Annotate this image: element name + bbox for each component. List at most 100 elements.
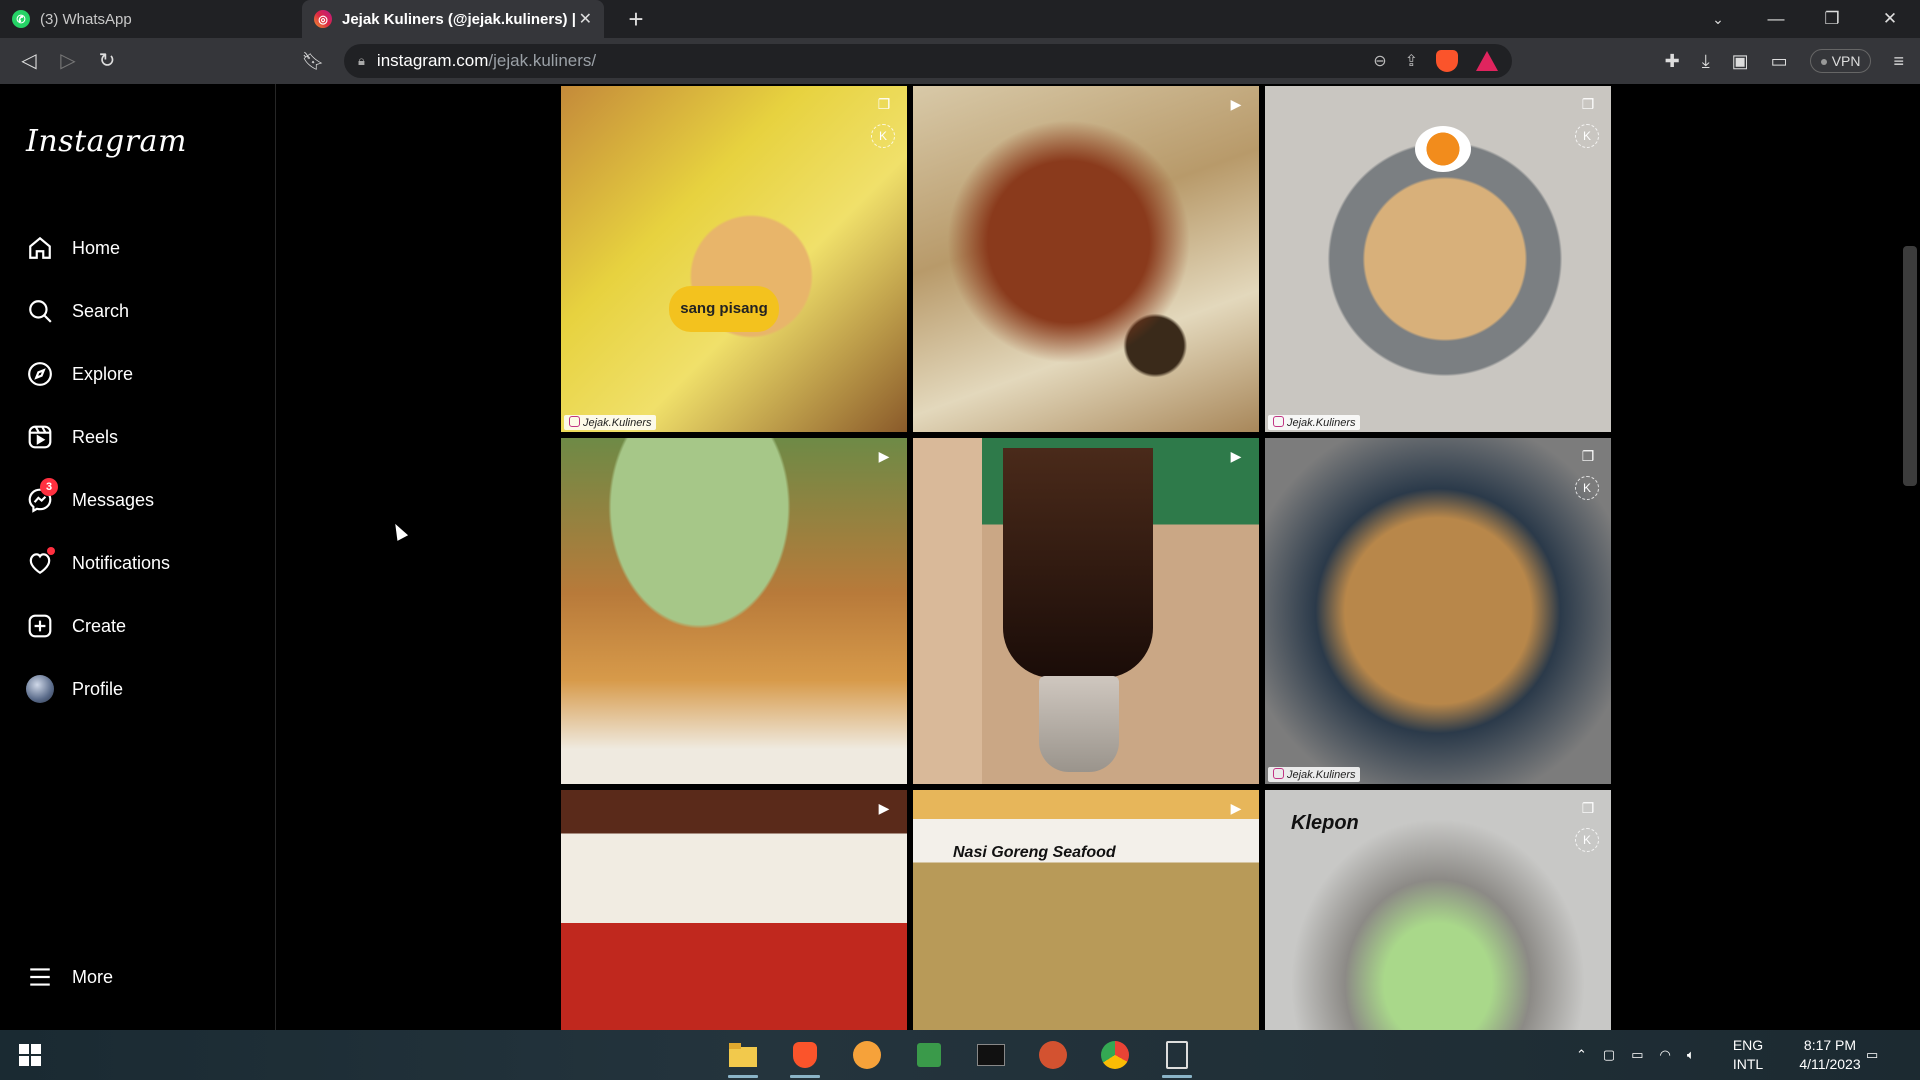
sidebar-item-label: More: [72, 966, 114, 987]
close-tab-icon[interactable]: ✕: [579, 9, 592, 29]
back-button[interactable]: ◁: [16, 48, 42, 74]
browser-toolbar: ◁ ▷ ↻ 🔖︎ 🔒︎ instagram.com /jejak.kuliner…: [0, 38, 1920, 84]
battery-icon[interactable]: ▭: [1631, 1047, 1643, 1063]
menu-icon: [26, 963, 54, 991]
scrollbar-thumb[interactable]: [1903, 246, 1917, 486]
url-path: /jejak.kuliners/: [488, 51, 597, 70]
post-tile[interactable]: Nasi Goreng Seafood ▶: [913, 790, 1259, 1030]
reload-button[interactable]: ↻: [94, 48, 120, 74]
start-button[interactable]: [12, 1037, 48, 1073]
reels-icon: [26, 423, 54, 451]
post-watermark: Jejak.Kuliners: [564, 415, 657, 430]
chevron-up-icon[interactable]: ⌃: [1576, 1047, 1587, 1063]
notification-dot: [47, 547, 55, 555]
document-icon[interactable]: [1159, 1037, 1195, 1078]
post-tile[interactable]: ▶: [913, 438, 1259, 784]
url-host: instagram.com: [376, 51, 489, 70]
volume-icon[interactable]: 🔈︎: [1687, 1047, 1695, 1063]
close-window-button[interactable]: ✕: [1862, 0, 1918, 38]
reel-icon: ▶: [878, 800, 890, 816]
sidebar-item-home[interactable]: Home: [26, 228, 256, 268]
file-explorer-icon[interactable]: [725, 1037, 761, 1078]
sang-pisang-label: sang pisang: [669, 286, 779, 332]
post-tile[interactable]: ❐ K Jejak.Kuliners: [1265, 438, 1611, 784]
reel-icon: ▶: [1230, 96, 1242, 112]
forward-button[interactable]: ▷: [55, 48, 81, 74]
zoom-icon[interactable]: ⊖: [1373, 51, 1386, 71]
carousel-icon: ❐: [1581, 448, 1595, 464]
post-image: [913, 790, 1259, 1030]
carousel-icon: ❐: [877, 96, 891, 112]
profile-main: sang pisang ❐ K Jejak.Kuliners ▶ ❐ K Jej…: [277, 84, 1900, 1030]
post-tile[interactable]: sang pisang ❐ K Jejak.Kuliners: [561, 86, 907, 432]
post-image: [913, 86, 1259, 432]
extensions-icon[interactable]: ✚: [1665, 51, 1680, 72]
post-tile[interactable]: ▶: [561, 790, 907, 1030]
tab-search-chevron-icon[interactable]: ⌄: [1690, 0, 1746, 38]
reel-icon: ▶: [1230, 800, 1242, 816]
tab-whatsapp[interactable]: ✆ (3) WhatsApp: [0, 0, 300, 38]
post-tile[interactable]: ❐ K Jejak.Kuliners: [1265, 86, 1611, 432]
downloads-icon[interactable]: ⤓: [1702, 51, 1710, 72]
sidebar-item-label: Messages: [72, 489, 155, 510]
drink-glass-image: [1003, 448, 1153, 678]
notification-center-icon[interactable]: ▭: [1866, 1030, 1878, 1080]
plus-square-icon: [26, 612, 54, 640]
watermark-mark: K: [1575, 828, 1599, 852]
sidebar-item-messages[interactable]: 3 Messages: [26, 478, 256, 520]
glass-stem-image: [1039, 676, 1119, 772]
post-tile[interactable]: ▶: [561, 438, 907, 784]
reel-icon: ▶: [1230, 448, 1242, 464]
address-bar[interactable]: 🔒︎ instagram.com /jejak.kuliners/ ⊖ ⇪: [344, 44, 1512, 78]
whatsapp-icon: ✆: [12, 10, 30, 28]
spreadsheet-app-icon[interactable]: [911, 1037, 947, 1073]
sidebar-item-label: Profile: [72, 678, 124, 699]
avatar: [26, 675, 54, 703]
brave-shields-icon[interactable]: [1436, 50, 1458, 72]
compass-icon: [26, 360, 54, 388]
sidebar-item-reels[interactable]: Reels: [26, 417, 256, 457]
sidebar-item-notifications[interactable]: Notifications: [26, 543, 256, 583]
messenger-icon: 3: [26, 478, 58, 514]
new-tab-button[interactable]: +: [622, 5, 650, 33]
terminal-icon[interactable]: [973, 1037, 1009, 1073]
post-caption: Nasi Goreng Seafood: [953, 844, 1116, 861]
windows-taskbar: ⌃ ▢ ▭ ◠ 🔈︎ ENG INTL 8:17 PM 4/11/2023 ▭: [0, 1030, 1920, 1080]
egg-image: [1415, 126, 1471, 172]
minimize-button[interactable]: —: [1748, 0, 1804, 38]
wifi-icon[interactable]: ◠: [1660, 1047, 1671, 1063]
sidebar-item-search[interactable]: Search: [26, 291, 256, 331]
lock-icon: 🔒︎: [358, 53, 365, 68]
instagram-logo[interactable]: Instagram: [26, 124, 187, 159]
meet-now-icon[interactable]: ▢: [1603, 1047, 1615, 1063]
tab-title: Jejak Kuliners (@jejak.kuliners) | I: [342, 10, 578, 28]
tab-instagram[interactable]: ◎ Jejak Kuliners (@jejak.kuliners) | I ✕: [302, 0, 604, 38]
post-image: [1265, 438, 1611, 784]
sidebar-item-create[interactable]: Create: [26, 606, 256, 646]
chrome-app-icon[interactable]: [849, 1037, 885, 1073]
carousel-icon: ❐: [1581, 800, 1595, 816]
home-icon: [26, 234, 54, 262]
watermark-mark: K: [1575, 476, 1599, 500]
sidebar-item-explore[interactable]: Explore: [26, 354, 256, 394]
chrome-icon[interactable]: [1097, 1037, 1133, 1073]
powerpoint-icon[interactable]: [1035, 1037, 1071, 1073]
search-icon: [26, 297, 54, 325]
sidebar-item-label: Create: [72, 615, 127, 636]
brave-browser-icon[interactable]: [787, 1037, 823, 1078]
brave-rewards-icon[interactable]: [1476, 51, 1498, 71]
sidebar-item-more[interactable]: More: [26, 957, 256, 997]
sidebar-item-profile[interactable]: Profile: [26, 669, 256, 709]
share-icon[interactable]: ⇪: [1405, 51, 1418, 71]
wallet-icon[interactable]: ▭: [1771, 51, 1788, 72]
post-tile[interactable]: Klepon ❐ K: [1265, 790, 1611, 1030]
restore-button[interactable]: ❐: [1804, 0, 1860, 38]
page-scrollbar[interactable]: [1900, 84, 1920, 1030]
menu-icon[interactable]: ≡: [1893, 51, 1904, 72]
bookmark-icon[interactable]: 🔖︎: [300, 48, 326, 74]
language-indicator[interactable]: ENG INTL: [1726, 1036, 1770, 1074]
sidebar-toggle-icon[interactable]: ▣: [1732, 51, 1749, 72]
post-tile[interactable]: ▶: [913, 86, 1259, 432]
vpn-button[interactable]: VPN: [1809, 49, 1872, 73]
tab-title: (3) WhatsApp: [40, 10, 132, 28]
